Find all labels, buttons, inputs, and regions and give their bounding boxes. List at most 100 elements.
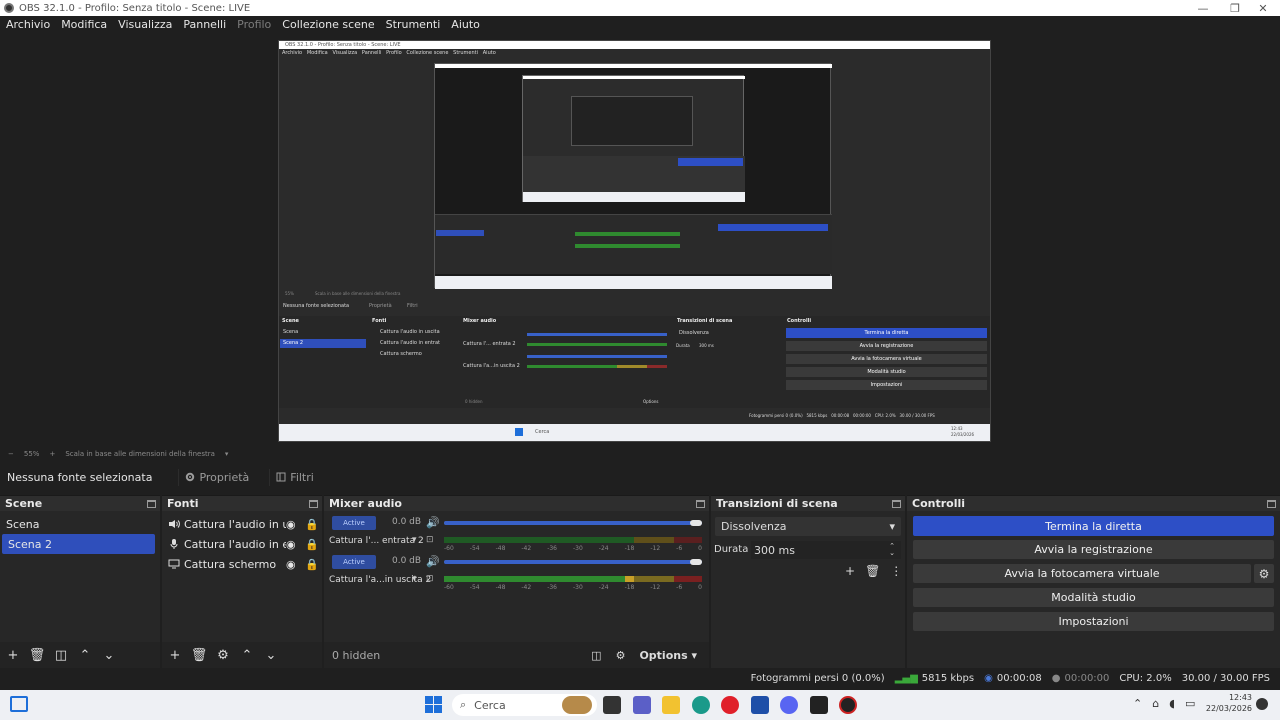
obs-taskbar-icon[interactable] (839, 696, 857, 714)
eye-icon[interactable]: ◉ (286, 518, 296, 531)
teams-icon[interactable] (633, 696, 651, 714)
notification-icon[interactable] (1256, 698, 1268, 710)
close-button[interactable]: ✕ (1248, 0, 1278, 16)
chevron-down-icon[interactable]: ▾ (412, 574, 417, 584)
chevron-up-icon[interactable]: ⌃ (1133, 697, 1142, 710)
chevron-down-icon[interactable]: ▾ (225, 450, 229, 458)
menu-visualizza[interactable]: Visualizza (118, 18, 172, 31)
undock-icon[interactable] (147, 499, 156, 508)
windows-start-icon[interactable] (425, 696, 442, 713)
recording-timer: ● 00:00:00 (1052, 673, 1110, 684)
eye-icon[interactable]: ◉ (286, 558, 296, 571)
speaker-icon[interactable]: 🔊 (426, 516, 440, 529)
gear-icon[interactable]: ⚙ (616, 649, 626, 662)
menu-profilo[interactable]: Profilo (237, 18, 271, 31)
trash-icon[interactable]: 🗑 (29, 648, 46, 663)
chevron-down-icon: ▾ (889, 520, 895, 533)
scale-mode-select[interactable]: Scala in base alle dimensioni della fine… (65, 450, 215, 458)
undock-icon[interactable] (309, 499, 318, 508)
more-vertical-icon[interactable]: ⋮ (890, 564, 902, 578)
clock[interactable]: 12:43 22/03/2026 (1200, 692, 1252, 714)
opera-icon[interactable] (721, 696, 739, 714)
options-label: Options (639, 648, 688, 662)
filter-icon[interactable]: ◫ (54, 648, 68, 663)
options-button[interactable]: Options ▾ (639, 649, 697, 662)
undock-icon[interactable] (892, 499, 901, 508)
start-virtual-camera-button[interactable]: Avvia la fotocamera virtuale (913, 564, 1251, 583)
add-icon[interactable]: + (845, 564, 855, 578)
move-down-icon[interactable]: ⌄ (102, 648, 116, 663)
lock-icon[interactable]: 🔒 (305, 558, 319, 571)
volume-icon[interactable]: ◖ (1169, 697, 1175, 710)
file-explorer-icon[interactable] (662, 696, 680, 714)
add-icon[interactable]: + (168, 648, 182, 663)
trash-icon[interactable]: 🗑 (865, 564, 880, 578)
volume-slider-handle[interactable] (690, 559, 702, 565)
store-icon[interactable] (751, 696, 769, 714)
zoom-out-button[interactable]: − (8, 450, 14, 458)
nested-recursive-preview (434, 63, 832, 289)
audio-mixer-dock: Mixer audio Active 0.0 dB 🔊 Cattura l'..… (324, 495, 709, 668)
mute-icon[interactable]: ⊡ (426, 574, 434, 584)
eye-icon[interactable]: ◉ (286, 538, 296, 551)
transition-select[interactable]: Dissolvenza ▾ (715, 517, 901, 536)
scenes-dock-header: Scene (0, 496, 160, 511)
undock-icon[interactable] (1267, 499, 1276, 508)
menu-collezione-scene[interactable]: Collezione scene (282, 18, 374, 31)
maximize-button[interactable]: ❐ (1220, 0, 1250, 16)
nested-scale-mode: Scala in base alle dimensioni della fine… (315, 291, 401, 296)
source-item[interactable]: Cattura schermo ◉ 🔒 (162, 554, 322, 574)
task-view-icon[interactable] (603, 696, 621, 714)
title-bar: OBS 32.1.0 - Profilo: Senza titolo - Sce… (0, 0, 1280, 16)
layout-icon[interactable]: ◫ (591, 649, 601, 662)
chevron-down-icon[interactable]: ▾ (412, 535, 417, 545)
menu-bar: Archivio Modifica Visualizza Pannelli Pr… (0, 16, 1280, 33)
mute-icon[interactable]: ⊡ (426, 535, 434, 545)
duration-spinbox[interactable]: 300 ms ⌃ ⌄ (751, 541, 901, 559)
discord-icon[interactable] (780, 696, 798, 714)
menu-pannelli[interactable]: Pannelli (183, 18, 226, 31)
lock-icon[interactable]: 🔒 (305, 538, 319, 551)
scene-item-selected[interactable]: Scena 2 (2, 534, 155, 554)
zoom-level[interactable]: 55% (24, 450, 40, 458)
move-down-icon[interactable]: ⌄ (264, 648, 278, 663)
hidden-count[interactable]: 0 hidden (332, 649, 380, 662)
menu-modifica[interactable]: Modifica (61, 18, 107, 31)
speaker-icon[interactable]: 🔊 (426, 555, 440, 568)
undock-icon[interactable] (696, 499, 705, 508)
monitor-icon (168, 559, 180, 569)
system-tray: ⌃ ⌂ ◖ ▭ (1133, 697, 1195, 710)
source-item[interactable]: Cattura l'audio in uscita 2 ◉ 🔒 (162, 514, 322, 534)
preview-nested-capture[interactable]: OBS 32.1.0 - Profilo: Senza titolo - Sce… (278, 40, 991, 442)
volume-slider-handle[interactable] (690, 520, 702, 526)
source-item[interactable]: Cattura l'audio in entrata 2 ◉ 🔒 (162, 534, 322, 554)
spin-arrows-icon[interactable]: ⌃ ⌄ (889, 543, 895, 557)
move-up-icon[interactable]: ⌃ (240, 648, 254, 663)
virtual-camera-settings-gear-icon[interactable]: ⚙ (1254, 564, 1274, 583)
widgets-icon[interactable] (10, 696, 28, 712)
edge-icon[interactable] (692, 696, 710, 714)
filters-button[interactable]: Filtri (269, 468, 320, 486)
properties-button[interactable]: Proprietà (178, 468, 255, 486)
fps-readout: 30.00 / 30.00 FPS (1181, 673, 1270, 684)
trash-icon[interactable]: 🗑 (191, 648, 208, 663)
zoom-in-button[interactable]: + (49, 450, 55, 458)
menu-archivio[interactable]: Archivio (6, 18, 50, 31)
scene-item[interactable]: Scena (0, 514, 160, 534)
start-recording-button[interactable]: Avvia la registrazione (913, 540, 1274, 559)
add-icon[interactable]: + (6, 648, 20, 663)
battery-icon[interactable]: ▭ (1185, 697, 1195, 710)
lock-icon[interactable]: 🔒 (305, 518, 319, 531)
studio-mode-button[interactable]: Modalità studio (913, 588, 1274, 607)
gear-icon[interactable]: ⚙ (216, 648, 230, 663)
minimize-button[interactable]: — (1188, 0, 1218, 16)
move-up-icon[interactable]: ⌃ (78, 648, 92, 663)
menu-strumenti[interactable]: Strumenti (386, 18, 441, 31)
news-widget-icon[interactable] (562, 696, 592, 714)
settings-button[interactable]: Impostazioni (913, 612, 1274, 631)
terminal-icon[interactable] (810, 696, 828, 714)
stop-streaming-button[interactable]: Termina la diretta (913, 516, 1274, 536)
network-icon[interactable]: ⌂ (1152, 697, 1159, 710)
menu-aiuto[interactable]: Aiuto (451, 18, 480, 31)
nested-controls-title: Controlli (787, 318, 812, 324)
